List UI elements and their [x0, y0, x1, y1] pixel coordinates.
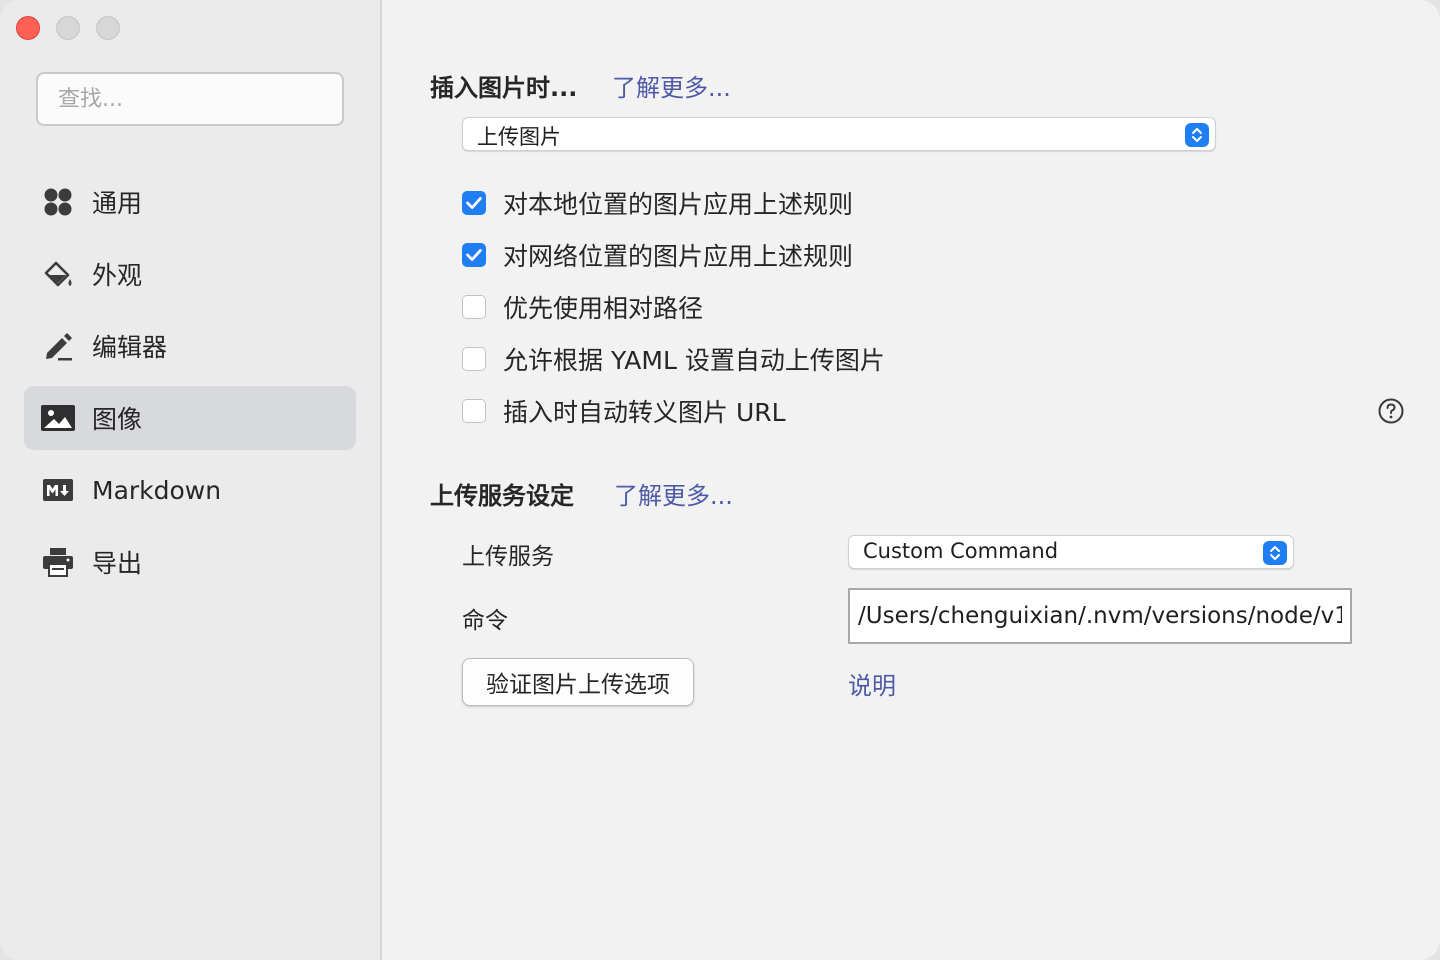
- sidebar-item-label: 编辑器: [92, 333, 168, 362]
- upload-service-title: 上传服务设定: [430, 482, 574, 510]
- insert-action-select[interactable]: 上传图片: [462, 117, 1216, 151]
- apply-network-label: 对网络位置的图片应用上述规则: [503, 242, 854, 271]
- option-row-network[interactable]: 对网络位置的图片应用上述规则: [462, 238, 853, 272]
- escape-url-checkbox[interactable]: [462, 399, 486, 423]
- apply-network-checkbox[interactable]: [462, 243, 486, 267]
- sidebar-item-label: 导出: [92, 549, 143, 578]
- upload-service-learn-more-link[interactable]: 了解更多...: [614, 476, 733, 511]
- sidebar-item-editor[interactable]: 编辑器: [24, 314, 356, 378]
- insert-image-title: 插入图片时...: [430, 74, 578, 102]
- sidebar-item-label: Markdown: [92, 475, 222, 505]
- sidebar-item-image[interactable]: 图像: [24, 386, 356, 450]
- relative-path-checkbox[interactable]: [462, 295, 486, 319]
- command-input[interactable]: [848, 588, 1352, 644]
- image-icon: [41, 405, 75, 431]
- chevron-up-down-icon: [1263, 541, 1287, 565]
- relative-path-label: 优先使用相对路径: [503, 294, 704, 323]
- sidebar-item-label: 通用: [92, 189, 143, 218]
- general-icon: [44, 188, 72, 216]
- sidebar-nav: 通用 外观 编辑器 图像 Markdown 导出: [24, 170, 356, 602]
- escape-url-label: 插入时自动转义图片 URL: [503, 398, 786, 427]
- apply-local-checkbox[interactable]: [462, 191, 486, 215]
- zoom-window-button[interactable]: [96, 16, 120, 40]
- option-row-yaml-upload[interactable]: 允许根据 YAML 设置自动上传图片: [462, 342, 885, 376]
- sidebar-item-export[interactable]: 导出: [24, 530, 356, 594]
- upload-service-select[interactable]: Custom Command: [848, 535, 1294, 569]
- help-icon[interactable]: [1378, 398, 1404, 424]
- image-settings-panel: 插入图片时... 了解更多... 上传图片 对本地位置的图片应用上述规则 对网络…: [382, 0, 1440, 960]
- option-row-escape-url[interactable]: 插入时自动转义图片 URL: [462, 394, 786, 428]
- yaml-upload-checkbox[interactable]: [462, 347, 486, 371]
- close-window-button[interactable]: [16, 16, 40, 40]
- insert-image-learn-more-link[interactable]: 了解更多...: [612, 68, 731, 103]
- explain-link[interactable]: 说明: [848, 666, 896, 701]
- upload-service-value: Custom Command: [863, 539, 1059, 563]
- checkmark-icon: [466, 249, 482, 261]
- printer-icon: [43, 548, 73, 577]
- command-label: 命令: [462, 608, 508, 634]
- minimize-window-button[interactable]: [56, 16, 80, 40]
- sidebar-item-appearance[interactable]: 外观: [24, 242, 356, 306]
- sidebar-item-label: 外观: [92, 261, 143, 290]
- option-row-local[interactable]: 对本地位置的图片应用上述规则: [462, 186, 853, 220]
- sidebar: 通用 外观 编辑器: [0, 0, 382, 960]
- yaml-upload-label: 允许根据 YAML 设置自动上传图片: [503, 346, 885, 375]
- pencil-icon: [46, 333, 72, 361]
- sidebar-item-label: 图像: [92, 405, 143, 434]
- apply-local-label: 对本地位置的图片应用上述规则: [503, 190, 854, 219]
- upload-service-label: 上传服务: [462, 544, 554, 570]
- chevron-up-down-icon: [1185, 123, 1209, 147]
- sidebar-item-markdown[interactable]: Markdown: [24, 458, 356, 522]
- verify-upload-button[interactable]: 验证图片上传选项: [462, 658, 694, 706]
- search-input[interactable]: [36, 72, 344, 126]
- preferences-window: 通用 外观 编辑器: [0, 0, 1440, 960]
- checkmark-icon: [466, 197, 482, 209]
- insert-action-value: 上传图片: [477, 125, 561, 149]
- paint-bucket-icon: [44, 261, 72, 287]
- option-row-relative-path[interactable]: 优先使用相对路径: [462, 290, 703, 324]
- sidebar-item-general[interactable]: 通用: [24, 170, 356, 234]
- markdown-icon: [43, 479, 73, 501]
